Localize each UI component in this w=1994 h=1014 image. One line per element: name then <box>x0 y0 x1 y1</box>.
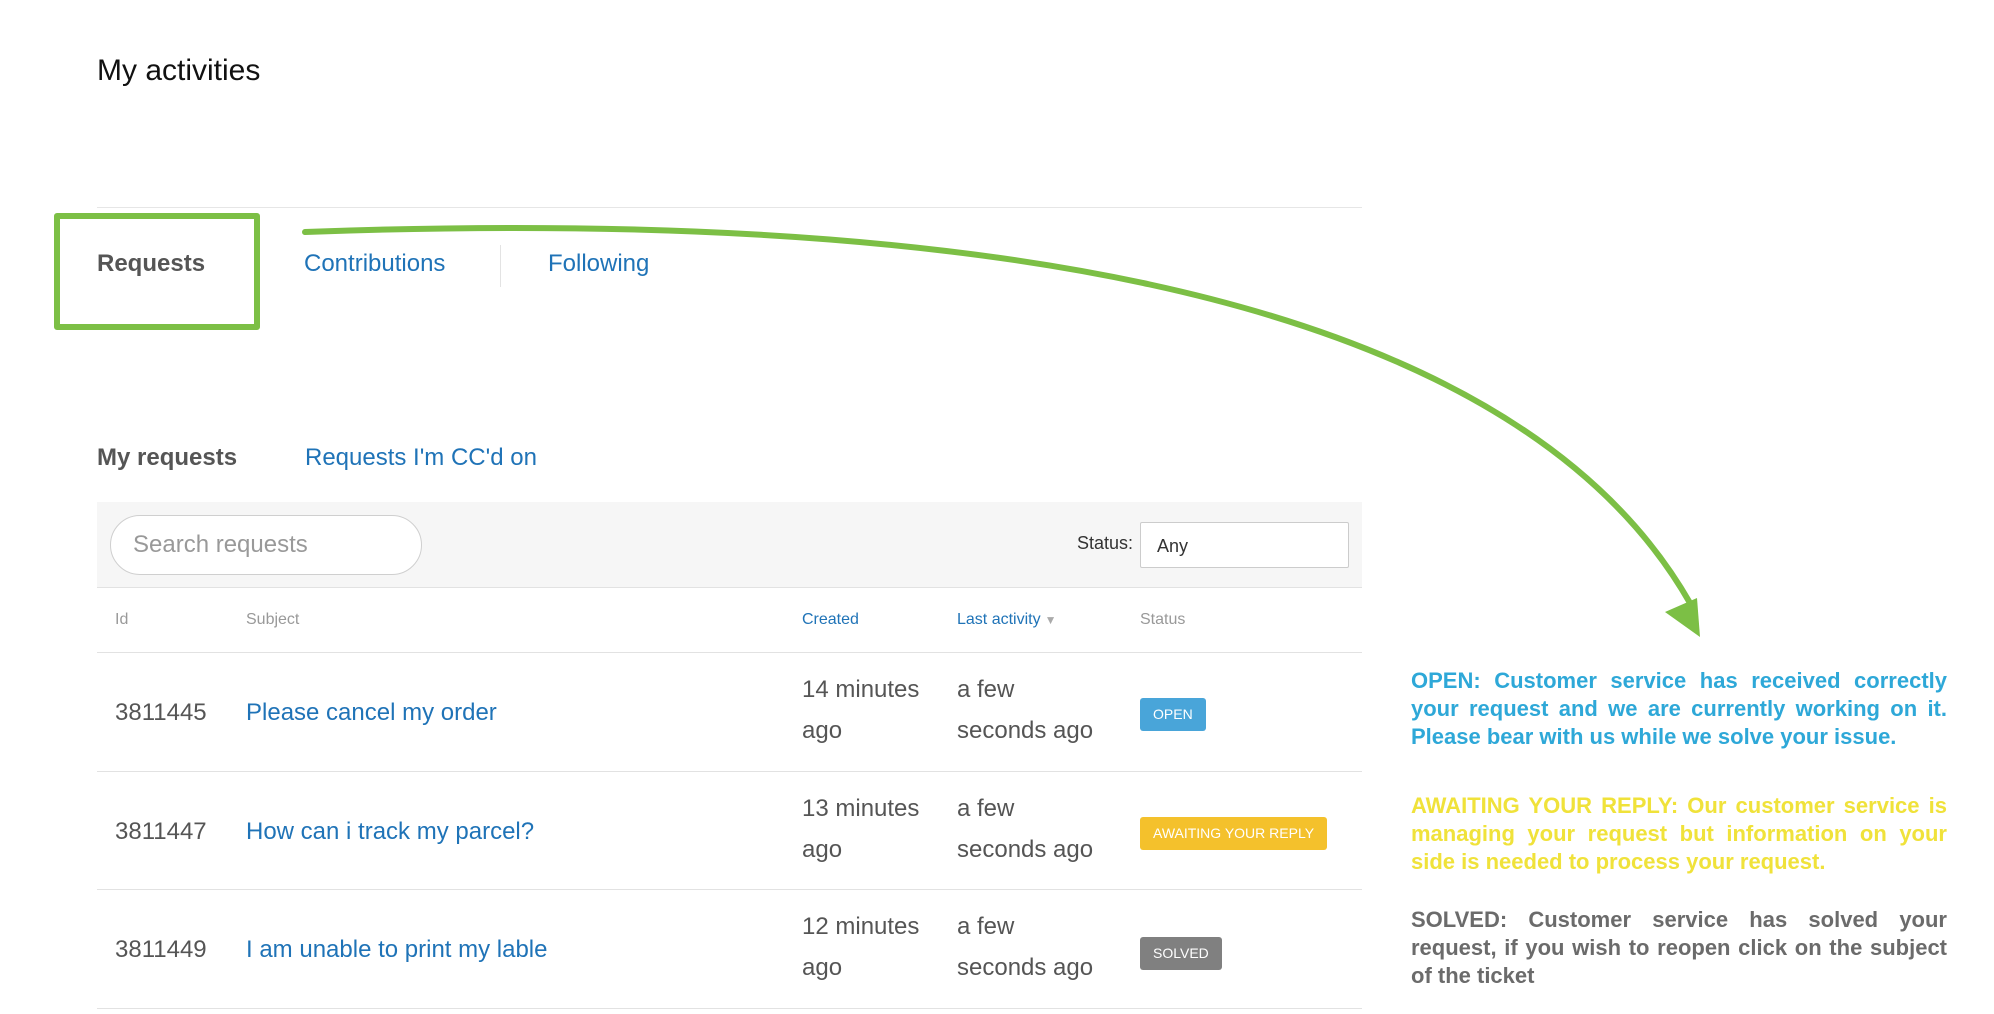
status-badge: SOLVED <box>1140 937 1222 970</box>
request-id: 3811445 <box>115 699 207 726</box>
request-subject-link[interactable]: Please cancel my order <box>246 699 497 727</box>
table-row: 3811445 Please cancel my order 14 minute… <box>97 653 1362 771</box>
header-subject: Subject <box>246 611 300 628</box>
table-row: 3811447 How can i track my parcel? 13 mi… <box>97 772 1362 890</box>
request-last-activity: a few seconds ago <box>957 795 1094 863</box>
sort-desc-icon: ▼ <box>1044 613 1057 627</box>
tab-contributions[interactable]: Contributions <box>304 250 445 278</box>
legend-open: OPEN: Customer service has received corr… <box>1411 668 1947 749</box>
request-id: 3811449 <box>115 936 207 963</box>
request-last-activity: a few seconds ago <box>957 676 1094 744</box>
tabs-top-divider <box>97 207 1362 208</box>
request-subject-link[interactable]: I am unable to print my lable <box>246 936 548 964</box>
header-status: Status <box>1140 611 1186 628</box>
header-id: Id <box>115 611 129 628</box>
requests-toolbar: Status: Any <box>97 502 1362 588</box>
status-filter-label: Status: <box>1077 533 1134 553</box>
search-requests-input[interactable] <box>110 515 422 575</box>
request-last-activity: a few seconds ago <box>957 913 1094 981</box>
annotation-arrow-head <box>1665 598 1700 637</box>
legend-solved: SOLVED: Customer service has solved your… <box>1411 907 1947 988</box>
request-created: 14 minutes ago <box>802 676 920 744</box>
tab-following[interactable]: Following <box>548 250 649 278</box>
request-subject-link[interactable]: How can i track my parcel? <box>246 818 534 846</box>
request-created: 13 minutes ago <box>802 795 920 863</box>
table-row: 3811449 I am unable to print my lable 12… <box>97 890 1362 1008</box>
status-badge: AWAITING YOUR REPLY <box>1140 817 1328 850</box>
status-filter-select[interactable]: Any <box>1140 522 1349 568</box>
request-created: 12 minutes ago <box>802 913 920 981</box>
header-last-activity-label: Last activity <box>957 611 1041 628</box>
page-title: My activities <box>97 54 261 87</box>
status-badge: OPEN <box>1140 698 1206 731</box>
tab-divider <box>500 245 501 287</box>
request-id: 3811447 <box>115 818 207 845</box>
subtab-requests-ccd[interactable]: Requests I'm CC'd on <box>305 444 537 472</box>
legend-awaiting-reply: AWAITING YOUR REPLY: Our customer servic… <box>1411 793 1947 874</box>
subtab-my-requests[interactable]: My requests <box>97 444 237 472</box>
row-divider <box>97 1008 1362 1009</box>
header-created[interactable]: Created <box>802 611 859 629</box>
header-last-activity[interactable]: Last activity ▼ <box>957 611 1056 629</box>
tab-requests[interactable]: Requests <box>97 250 205 278</box>
